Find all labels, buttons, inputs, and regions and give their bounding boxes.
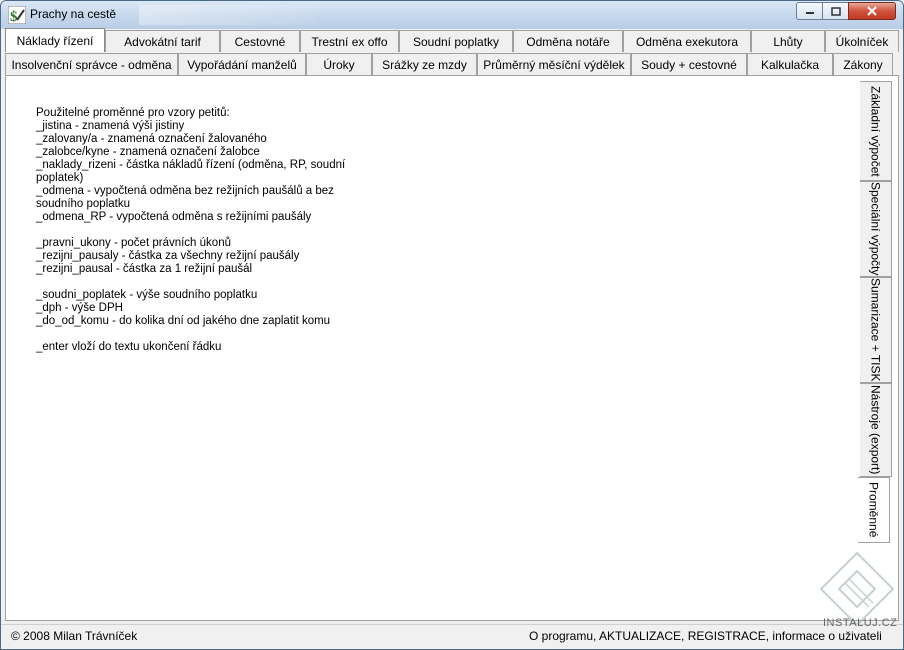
minimize-icon [805, 12, 814, 14]
help-line [36, 224, 336, 237]
help-line: _zalobce/kyne - znamená označení žalobce [36, 146, 260, 158]
tab-advokatni-tarif[interactable]: Advokátní tarif [105, 30, 220, 52]
app-logo-icon: $ [8, 6, 26, 24]
tab-ukolnicek[interactable]: Úkolníček [825, 30, 899, 52]
close-icon [867, 6, 877, 16]
tab-vyporadani-manzelu[interactable]: Vypořádání manželů [178, 53, 306, 75]
tab-uroky[interactable]: Úroky [306, 53, 372, 75]
help-line: _rezijni_pausaly - částka za všechny rež… [36, 250, 300, 262]
help-line: soudního poplatku [36, 198, 130, 210]
tab-odmena-notare[interactable]: Odměna notáře [513, 30, 623, 52]
help-line: _soudni_poplatek - výše soudního poplatk… [36, 289, 258, 301]
help-line: _zalovany/a - znamená označení žalovanéh… [36, 133, 267, 145]
side-tab-label: Nástroje (export) [868, 385, 883, 475]
status-bar: © 2008 Milan Trávníček O programu, AKTUA… [1, 624, 903, 649]
tab-kalkulacka[interactable]: Kalkulačka [747, 53, 833, 75]
side-tab-promenne[interactable]: Proměnné [858, 477, 890, 543]
side-tab-specialni-vypocty[interactable]: Speciální výpočty [860, 181, 892, 277]
close-button[interactable] [848, 2, 896, 20]
tab-naklady-rizeni[interactable]: Náklady řízení [5, 28, 105, 52]
about-links[interactable]: O programu, AKTUALIZACE, REGISTRACE, inf… [529, 629, 882, 643]
side-tab-label: Základní výpočet [868, 85, 883, 177]
variables-help-text: Použitelné proměnné pro vzory petitů: _j… [36, 107, 346, 354]
side-tab-zakladni-vypocet[interactable]: Základní výpočet [860, 81, 892, 181]
help-line: _naklady_rizeni - částka nákladů řízení … [36, 159, 346, 171]
tab-row-secondary: Insolvenční správce - odměna Vypořádání … [5, 53, 893, 75]
tab-cestovne[interactable]: Cestovné [220, 30, 300, 52]
title-bar[interactable]: $ Prachy na cestě [1, 1, 903, 29]
help-line: _pravni_ukony - počet právních úkonů [36, 237, 231, 249]
minimize-button[interactable] [796, 2, 823, 20]
help-line: poplatek) [36, 172, 84, 184]
side-tab-label: Speciální výpočty [868, 182, 883, 276]
help-line: _dph - výše DPH [36, 302, 123, 314]
help-line: _enter vloží do textu ukončení řádku [36, 341, 222, 353]
tab-trestni-ex-offo[interactable]: Trestní ex offo [300, 30, 399, 52]
help-line: _rezijni_pausal - částka za 1 režijní pa… [36, 263, 253, 275]
tab-row-primary: Náklady řízení Advokátní tarif Cestovné … [5, 28, 899, 52]
tab-soudni-poplatky[interactable]: Soudní poplatky [399, 30, 513, 52]
help-line: _jistina - znamená výši jistiny [36, 120, 185, 132]
window-title: Prachy na cestě [30, 7, 117, 21]
tab-lhuty[interactable]: Lhůty [751, 30, 825, 52]
watermark-text: INSTALUJ.CZ [823, 617, 898, 629]
app-window: $ Prachy na cestě Náklady řízení Advokát… [0, 0, 904, 650]
help-line: _do_od_komu - do kolika dní od jakého dn… [36, 315, 331, 327]
side-tab-sumarizace-tisk[interactable]: Sumarizace + TISK [860, 277, 892, 383]
copyright-text: © 2008 Milan Trávníček [11, 629, 138, 643]
help-line: _odmena_RP - vypočtená odměna s režijním… [36, 211, 312, 223]
tab-prumerny-mesicni-vydelek[interactable]: Průměrný měsíční výdělek [477, 53, 631, 75]
maximize-button[interactable] [822, 2, 849, 20]
help-line: _odmena - vypočtená odměna bez režijních… [36, 185, 334, 197]
tab-odmena-exekutora[interactable]: Odměna exekutora [623, 30, 751, 52]
tab-srazky-ze-mzdy[interactable]: Srážky ze mzdy [372, 53, 477, 75]
side-tab-nastroje-export[interactable]: Nástroje (export) [860, 383, 892, 477]
title-bar-reflection [139, 5, 319, 25]
tab-soudy-cestovne[interactable]: Soudy + cestovné [631, 53, 747, 75]
side-tab-label: Proměnné [866, 482, 881, 538]
tab-zakony[interactable]: Zákony [833, 53, 893, 75]
tab-insolvencni-spravce[interactable]: Insolvenční správce - odměna [5, 53, 178, 75]
help-line [36, 276, 336, 289]
side-tab-label: Sumarizace + TISK [868, 278, 883, 382]
help-line [36, 328, 336, 341]
svg-text:$: $ [10, 9, 18, 24]
maximize-icon [830, 6, 841, 16]
help-line: Použitelné proměnné pro vzory petitů: [36, 107, 230, 119]
